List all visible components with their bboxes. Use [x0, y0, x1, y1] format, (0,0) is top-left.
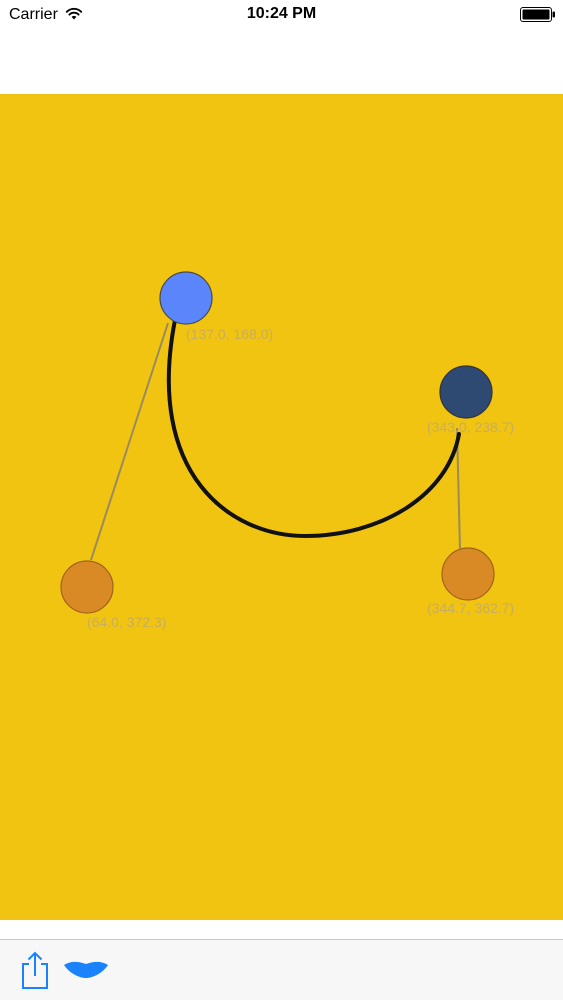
control-point-1-coordinate-label: (64.0, 372.3) [87, 614, 166, 630]
bezier-canvas[interactable]: (137.0, 168.0) (343.0, 238.7) (64.0, 372… [0, 94, 563, 920]
status-time: 10:24 PM [246, 5, 317, 22]
bottom-toolbar [0, 939, 563, 1000]
curve-shape-icon[interactable] [60, 954, 112, 984]
end-point-handle[interactable] [439, 365, 493, 419]
control-point-2-handle[interactable] [441, 547, 495, 601]
battery-icon [520, 7, 555, 22]
canvas-background [0, 94, 563, 920]
status-bar: Carrier 10:24 PM [0, 0, 563, 30]
end-point-coordinate-label: (343.0, 238.7) [427, 419, 514, 435]
control-point-2-coordinate-label: (344.7, 362.7) [427, 600, 514, 616]
start-point-coordinate-label: (137.0, 168.0) [186, 326, 273, 342]
start-point-handle[interactable] [159, 271, 213, 325]
share-icon[interactable] [18, 950, 52, 990]
control-point-1-handle[interactable] [60, 560, 114, 614]
bezier-canvas-svg: (137.0, 168.0) (343.0, 238.7) (64.0, 372… [0, 94, 563, 920]
app-screen: Carrier 10:24 PM (137.0, 168.0) (343.0, … [0, 0, 563, 1000]
